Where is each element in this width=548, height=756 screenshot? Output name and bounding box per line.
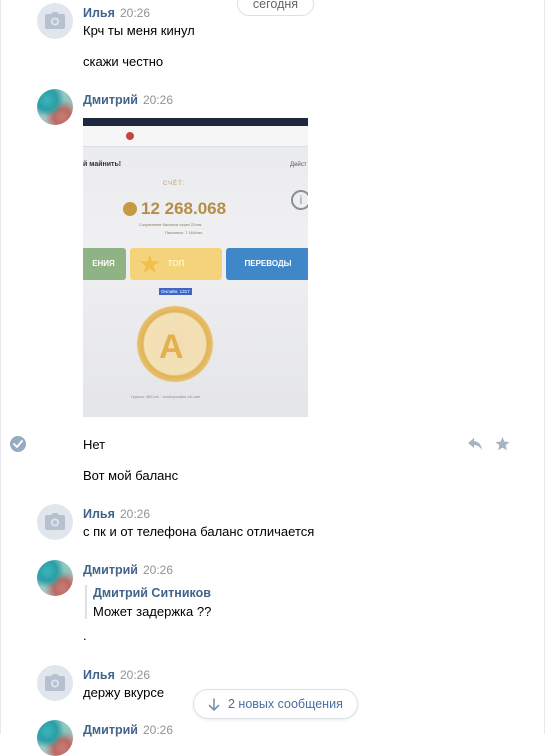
coin-letter: A bbox=[159, 328, 184, 366]
screen-button-1: ЕНИЯ bbox=[83, 248, 126, 280]
message-time[interactable]: 20:26 bbox=[120, 668, 150, 682]
message-text: Крч ты меня кинул bbox=[83, 23, 195, 38]
message-text: Вот мой баланс bbox=[83, 468, 179, 483]
quote-bar bbox=[85, 585, 87, 619]
avatar[interactable] bbox=[37, 504, 73, 540]
passive-income: Пассивно: 7.164/сек bbox=[165, 230, 203, 235]
screen-action: Дейст bbox=[290, 162, 307, 168]
message-text: с пк и от телефона баланс отличается bbox=[83, 524, 315, 539]
message-text: Нет bbox=[83, 437, 106, 452]
attachment-screen: й майнить! Дейст СЧЁТ: 12 268.068 Сохран… bbox=[83, 118, 308, 417]
right-border bbox=[544, 0, 545, 734]
avatar[interactable] bbox=[37, 3, 73, 39]
message-time[interactable]: 20:26 bbox=[143, 563, 173, 577]
message-author[interactable]: Илья bbox=[83, 6, 115, 20]
new-messages-label: 2 новых сообщения bbox=[228, 697, 343, 711]
quote-text: Может задержка ?? bbox=[93, 604, 212, 619]
score-value: 12 268.068 bbox=[141, 199, 227, 218]
camera-placeholder-icon bbox=[45, 12, 65, 29]
message-author[interactable]: Дмитрий bbox=[83, 563, 138, 577]
score-subtext: Сохранение баланса через 22сек. bbox=[139, 222, 203, 227]
message-text: . bbox=[83, 628, 87, 643]
message-time[interactable]: 20:26 bbox=[143, 723, 173, 737]
avatar[interactable] bbox=[37, 720, 73, 756]
info-icon: i bbox=[291, 190, 308, 210]
date-separator: сегодня bbox=[237, 0, 314, 16]
star-icon: ★ bbox=[138, 249, 162, 279]
message-text: держу вкурсе bbox=[83, 685, 165, 700]
message-time[interactable]: 20:26 bbox=[120, 6, 150, 20]
screen-header bbox=[83, 126, 308, 147]
avatar[interactable] bbox=[37, 665, 73, 701]
coin-icon bbox=[123, 202, 137, 216]
photo-attachment[interactable]: й майнить! Дейст СЧЁТ: 12 268.068 Сохран… bbox=[83, 118, 308, 417]
message-author[interactable]: Дмитрий bbox=[83, 723, 138, 737]
score-label: СЧЁТ: bbox=[163, 181, 186, 187]
message-text: скажи честно bbox=[83, 54, 164, 69]
avatar[interactable] bbox=[37, 560, 73, 596]
message-time[interactable]: 20:26 bbox=[143, 93, 173, 107]
camera-placeholder-icon bbox=[45, 674, 65, 691]
message-author[interactable]: Илья bbox=[83, 668, 115, 682]
star-icon[interactable] bbox=[495, 437, 510, 454]
message-author[interactable]: Дмитрий bbox=[83, 93, 138, 107]
message-time[interactable]: 20:26 bbox=[120, 507, 150, 521]
screen-title: й майнить! bbox=[83, 161, 122, 168]
camera-placeholder-icon bbox=[45, 513, 65, 530]
button-top-label: ТОП bbox=[167, 259, 185, 268]
site-logo-icon bbox=[126, 132, 134, 140]
screen-footer: Группа: 4ВCoin · somtopvnabe.vk.com bbox=[131, 394, 201, 399]
screen-button-transfers: ПЕРЕВОДЫ bbox=[226, 248, 308, 280]
message-author[interactable]: Илья bbox=[83, 507, 115, 521]
quote-author[interactable]: Дмитрий Ситников bbox=[93, 586, 211, 600]
left-border bbox=[0, 0, 1, 734]
check-circle-icon[interactable] bbox=[10, 436, 26, 452]
new-messages-button[interactable]: 2 новых сообщения bbox=[193, 689, 358, 719]
online-counter: Онлайн: 1317 bbox=[159, 288, 192, 295]
avatar[interactable] bbox=[37, 89, 73, 125]
screen-top-bar bbox=[83, 118, 308, 126]
screen-button-top: ★ ТОП bbox=[130, 248, 222, 280]
arrow-down-icon bbox=[208, 698, 220, 711]
reply-icon[interactable] bbox=[467, 437, 483, 454]
